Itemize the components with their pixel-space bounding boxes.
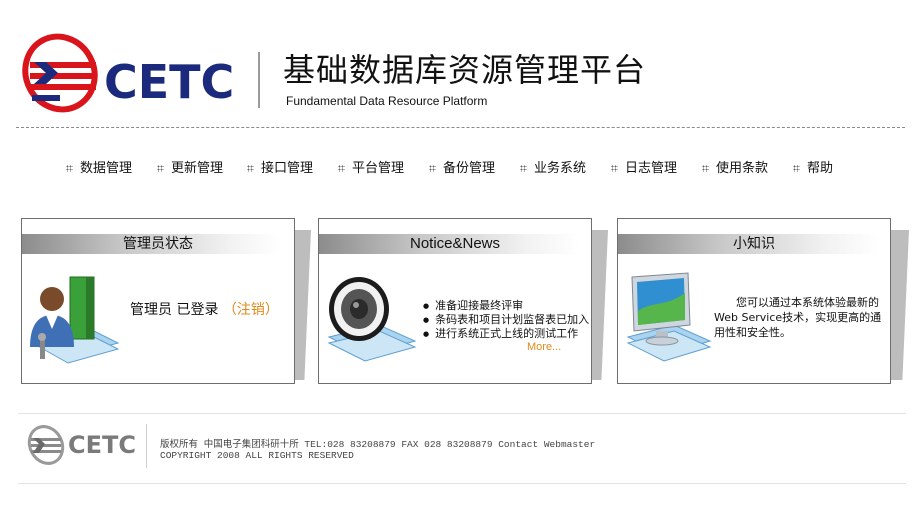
main-nav: 数据管理 更新管理 接口管理 平台管理 备份管理 业务系统 日志管理 使用条款 … bbox=[66, 157, 846, 179]
news-list: 准备迎接最终评审 条码表和项目计划监督表已加入 进行系统正式上线的测试工作 bbox=[423, 299, 589, 341]
page-subtitle: Fundamental Data Resource Platform bbox=[286, 94, 488, 108]
footer-logo-text: CETC bbox=[68, 431, 136, 459]
nav-item-business-system[interactable]: 业务系统 bbox=[520, 157, 586, 176]
cetc-emblem-icon bbox=[22, 33, 98, 113]
speaker-icon bbox=[327, 277, 417, 362]
panel-title: Notice&News bbox=[409, 235, 501, 252]
login-status: 管理员 已登录 （注销） bbox=[130, 299, 279, 319]
login-status-text: 管理员 已登录 bbox=[130, 302, 219, 318]
tips-panel: 小知识 您可以通过本系统体验最新的Web Service技术，实现更高的通用性和… bbox=[617, 218, 891, 384]
footer-divider bbox=[18, 413, 906, 414]
cetc-emblem-icon bbox=[27, 425, 65, 465]
bullet-icon bbox=[520, 165, 527, 172]
bullet-icon bbox=[157, 165, 164, 172]
nav-item-terms-of-use[interactable]: 使用条款 bbox=[702, 157, 768, 176]
news-panel: Notice&News 准备迎接最终评审 条码表和项目计划监督表已加入 进行系统… bbox=[318, 218, 592, 384]
bullet-icon bbox=[429, 165, 436, 172]
tip-text: 您可以通过本系统体验最新的Web Service技术，实现更高的通用性和安全性。 bbox=[714, 296, 882, 339]
bullet-icon bbox=[247, 165, 254, 172]
nav-item-data-management[interactable]: 数据管理 bbox=[66, 157, 132, 176]
news-item[interactable]: 条码表和项目计划监督表已加入 bbox=[423, 313, 589, 327]
footer-contact: 版权所有 中国电子集团科研十所 TEL:028 83208879 FAX 028… bbox=[160, 436, 595, 450]
news-item[interactable]: 准备迎接最终评审 bbox=[423, 299, 589, 313]
footer-copyright: COPYRIGHT 2008 ALL RIGHTS RESERVED bbox=[160, 450, 354, 461]
nav-item-update-management[interactable]: 更新管理 bbox=[157, 157, 223, 176]
bullet-icon bbox=[66, 165, 73, 172]
nav-item-help[interactable]: 帮助 bbox=[793, 157, 833, 176]
webmaster-link[interactable]: Webmaster bbox=[544, 439, 595, 450]
nav-item-log-management[interactable]: 日志管理 bbox=[611, 157, 677, 176]
footer-logo: CETC bbox=[26, 422, 144, 468]
footer-vertical-divider bbox=[146, 424, 147, 468]
nav-item-interface-management[interactable]: 接口管理 bbox=[247, 157, 313, 176]
admin-status-panel: 管理员状态 管理员 已登录 （注销） bbox=[21, 218, 295, 384]
page-title: 基础数据库资源管理平台 bbox=[283, 51, 647, 89]
logo-text: CETC bbox=[104, 55, 235, 109]
bullet-icon bbox=[611, 165, 618, 172]
panel-title: 管理员状态 bbox=[123, 236, 193, 252]
bullet-icon bbox=[793, 165, 800, 172]
admin-user-icon bbox=[30, 276, 120, 364]
footer-bottom-divider bbox=[18, 483, 906, 484]
news-item[interactable]: 进行系统正式上线的测试工作 bbox=[423, 327, 589, 341]
bullet-icon bbox=[338, 165, 345, 172]
monitor-icon bbox=[626, 272, 712, 362]
nav-item-platform-management[interactable]: 平台管理 bbox=[338, 157, 404, 176]
more-link[interactable]: More... bbox=[527, 341, 561, 353]
logout-link[interactable]: （注销） bbox=[223, 302, 279, 318]
header-divider bbox=[258, 52, 260, 108]
nav-item-backup-management[interactable]: 备份管理 bbox=[429, 157, 495, 176]
panel-title: 小知识 bbox=[733, 236, 775, 252]
header-dashed-divider bbox=[16, 127, 905, 128]
bullet-icon bbox=[702, 165, 709, 172]
footer-contact-text: 版权所有 中国电子集团科研十所 TEL:028 83208879 FAX 028… bbox=[160, 439, 544, 450]
